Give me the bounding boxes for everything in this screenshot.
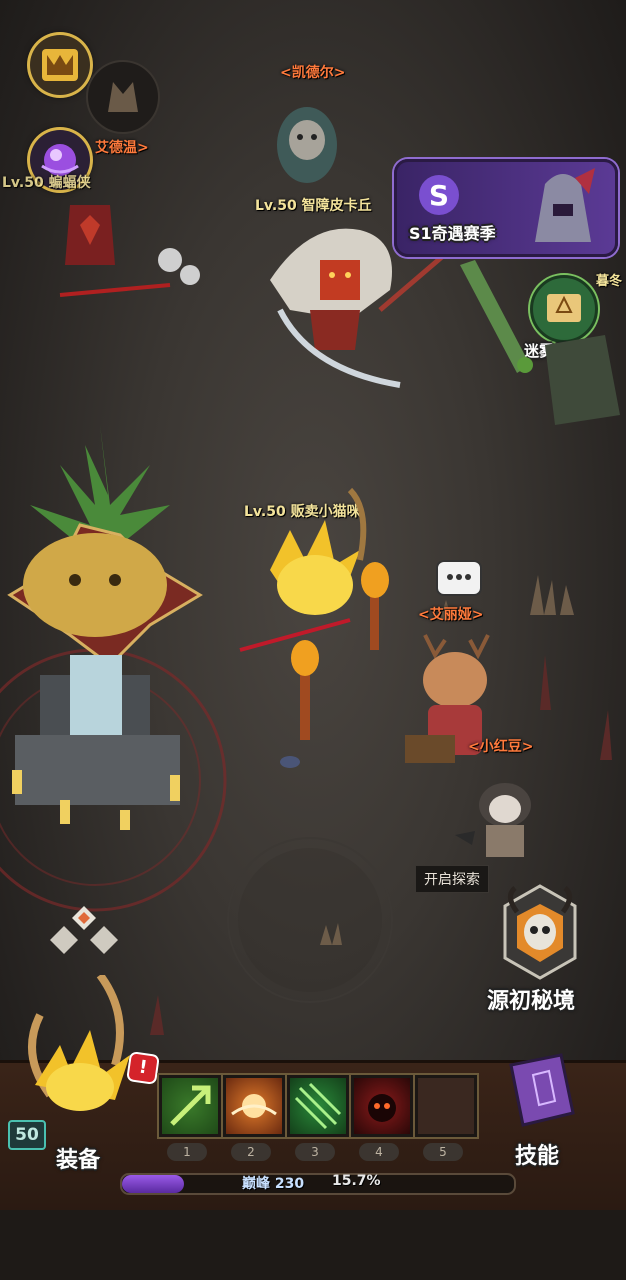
skill-book-icon[interactable] bbox=[497, 1045, 587, 1135]
npc-name-kaideer: <凯德尔> bbox=[280, 65, 346, 81]
skill-slot-3[interactable] bbox=[287, 1075, 349, 1137]
skill-slot-4[interactable] bbox=[351, 1075, 413, 1137]
skill-slot-number-4: 4 bbox=[359, 1143, 399, 1161]
bottom-margin bbox=[0, 1210, 626, 1280]
npc-green-knight[interactable] bbox=[455, 255, 626, 445]
season-s-icon: S bbox=[419, 175, 459, 215]
skill-label[interactable]: 技能 bbox=[515, 1138, 559, 1170]
skill-slot-number-2: 2 bbox=[231, 1143, 271, 1161]
wolf-avatar[interactable] bbox=[86, 60, 160, 134]
origin-realm-button[interactable] bbox=[497, 882, 583, 982]
npc-name-xiaohongdou: <小红豆> bbox=[468, 739, 534, 755]
fire-orb-skill-icon bbox=[231, 1094, 277, 1118]
season-banner-label: S1奇遇赛季 bbox=[409, 224, 496, 243]
green-arrow-skill-icon bbox=[170, 1085, 211, 1126]
skill-slot-number-3: 3 bbox=[295, 1143, 335, 1161]
season-banner[interactable]: S S1奇遇赛季 bbox=[394, 159, 618, 257]
player-character[interactable] bbox=[230, 470, 410, 750]
origin-realm-label: 源初秘境 bbox=[487, 989, 576, 1014]
diamond-cluster-icon[interactable] bbox=[44, 904, 124, 966]
npc-kaideer[interactable] bbox=[262, 85, 352, 195]
pebble bbox=[280, 756, 300, 768]
origin-realm-tooltip: 开启探索 bbox=[415, 865, 489, 893]
npc-bat-hero[interactable] bbox=[30, 185, 200, 325]
game-scene[interactable]: <凯德尔> 艾德温> Lv.50 蝙蝠侠 Lv.50 智障皮卡丘 S S1奇遇赛… bbox=[0, 0, 626, 1280]
exp-bar bbox=[120, 1173, 516, 1195]
joystick-base bbox=[238, 848, 382, 992]
m-crest-button[interactable] bbox=[30, 35, 90, 95]
level-badge: 50 bbox=[8, 1120, 46, 1150]
wolf-avatar-icon bbox=[108, 82, 138, 112]
skill-slot-5[interactable] bbox=[415, 1075, 477, 1137]
exp-percent: 15.7% bbox=[332, 1173, 381, 1189]
demon-face-skill-icon bbox=[368, 1094, 396, 1122]
green-streak-skill-icon bbox=[294, 1082, 342, 1130]
svg-text:S: S bbox=[429, 179, 449, 212]
m-crest-icon bbox=[42, 49, 78, 81]
equip-alert-badge: ! bbox=[128, 1053, 158, 1083]
pineapple-statue bbox=[7, 425, 203, 830]
npc-name-aliya: <艾丽娅> bbox=[418, 607, 484, 623]
npc-name-adewen: 艾德温> bbox=[95, 140, 149, 156]
chat-bubble-icon[interactable] bbox=[436, 560, 482, 596]
equip-portrait[interactable] bbox=[10, 975, 150, 1115]
exp-bar-fill bbox=[122, 1175, 184, 1193]
skill-slot-2[interactable] bbox=[223, 1075, 285, 1137]
skill-slot-number-1: 1 bbox=[167, 1143, 207, 1161]
npc-xiaohongdou[interactable] bbox=[450, 765, 550, 865]
equip-label[interactable]: 装备 bbox=[56, 1142, 100, 1174]
skill-slot-number-5: 5 bbox=[423, 1143, 463, 1161]
skill-slot-1[interactable] bbox=[159, 1075, 221, 1137]
exp-label: 巅峰 230 bbox=[242, 1176, 305, 1192]
season-helmet-icon bbox=[535, 168, 595, 242]
skull-shrine-icon bbox=[503, 884, 577, 980]
